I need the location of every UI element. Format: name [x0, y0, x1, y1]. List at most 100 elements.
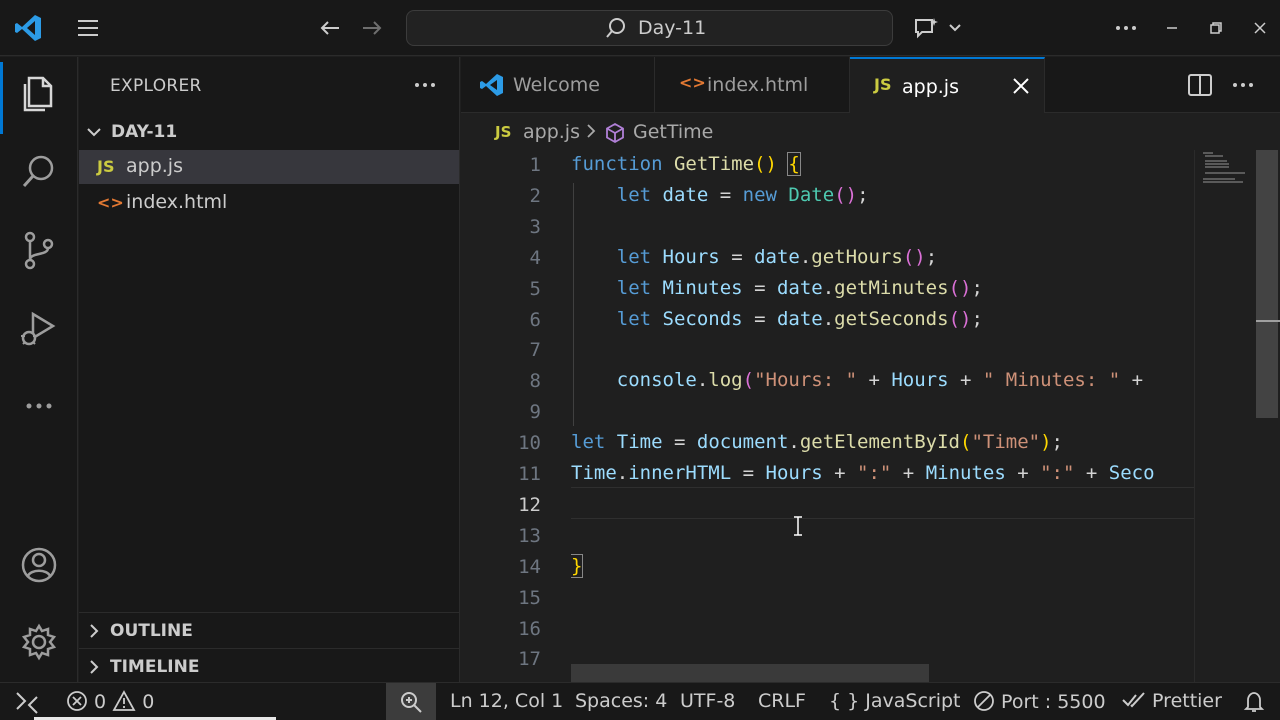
code-token: ;	[925, 245, 938, 268]
code-token: =	[731, 462, 766, 484]
folder-day-11[interactable]: DAY-11	[79, 117, 459, 147]
source-control-icon[interactable]	[17, 228, 61, 272]
code-token: .	[696, 369, 709, 392]
tab-label: index.html	[707, 74, 809, 96]
zoom-button[interactable]	[386, 683, 436, 720]
scrollbar-cursor-mark	[1256, 320, 1280, 322]
code-token: Time	[571, 462, 617, 484]
code-token: date	[776, 307, 823, 330]
code-token: (	[960, 431, 972, 454]
line-number-gutter: 1 2 3 4 5 6 7 8 9 10 11 12 13 14 15 16 17	[461, 150, 541, 682]
code-token: getMinutes	[834, 276, 949, 299]
menu-icon[interactable]	[74, 14, 102, 42]
explorer-more-icon[interactable]	[411, 73, 439, 97]
tab-welcome[interactable]: Welcome	[461, 57, 655, 113]
code-line: let Minutes = date.getMinutes();	[571, 273, 983, 304]
code-line: function GetTime() {	[571, 150, 801, 180]
code-token: date	[754, 245, 800, 268]
run-debug-icon[interactable]	[17, 306, 61, 350]
code-token: +	[857, 369, 892, 392]
timeline-section[interactable]: TIMELINE	[79, 648, 459, 682]
command-center-search[interactable]: Day-11	[406, 10, 893, 46]
code-line: let Time = document.getElementById("Time…	[571, 427, 1063, 458]
file-index-html[interactable]: <> index.html	[79, 186, 459, 220]
code-token: ;	[971, 276, 983, 299]
code-line: }	[571, 551, 584, 582]
code-line: console.log("Hours: " + Hours + " Minute…	[571, 365, 1155, 396]
horizontal-scrollbar[interactable]	[571, 664, 929, 682]
text-cursor-icon	[794, 516, 802, 536]
code-token: function	[571, 153, 663, 175]
problems-indicator[interactable]: 0 0	[66, 690, 154, 713]
minimize-icon[interactable]	[1158, 14, 1186, 42]
code-token: let	[616, 307, 652, 330]
code-token: Hours	[891, 369, 949, 392]
vertical-scrollbar[interactable]	[1256, 150, 1280, 682]
outline-section[interactable]: OUTLINE	[79, 612, 459, 646]
close-tab-icon[interactable]	[1010, 75, 1032, 97]
activity-bar	[0, 57, 78, 682]
indentation[interactable]: Spaces: 4	[575, 690, 667, 712]
code-token: Hours	[765, 462, 823, 484]
scrollbar-thumb[interactable]	[1256, 150, 1278, 418]
tab-index-html[interactable]: <> index.html	[655, 57, 850, 113]
outline-label: OUTLINE	[110, 621, 193, 641]
breadcrumb-symbol[interactable]: GetTime	[633, 121, 713, 143]
code-token: )	[1040, 431, 1052, 454]
code-token: "Time"	[971, 431, 1041, 454]
notifications-bell-icon[interactable]	[1242, 690, 1266, 714]
search-icon[interactable]	[17, 150, 61, 194]
breadcrumb: JS app.js GetTime	[461, 114, 1201, 150]
back-arrow-icon[interactable]	[316, 14, 344, 42]
code-token: +	[1005, 462, 1041, 484]
js-file-icon: JS	[97, 157, 115, 176]
port-label: Port : 5500	[1001, 691, 1106, 713]
more-icon[interactable]	[1112, 14, 1140, 42]
split-editor-icon[interactable]	[1186, 73, 1214, 97]
live-server-port[interactable]: Port : 5500	[973, 690, 1106, 713]
settings-icon[interactable]	[17, 620, 61, 664]
prettier-label: Prettier	[1152, 690, 1222, 712]
account-icon[interactable]	[17, 543, 61, 587]
tabs-more-icon[interactable]	[1229, 73, 1257, 97]
file-app-js[interactable]: JS app.js	[79, 150, 459, 184]
prettier-status[interactable]: Prettier	[1122, 690, 1222, 712]
line-number: 14	[518, 555, 541, 578]
warning-count: 0	[142, 691, 155, 713]
code-token: ()	[902, 245, 926, 268]
remote-icon[interactable]	[12, 689, 42, 715]
code-area[interactable]: function GetTime() { let date = new Date…	[571, 150, 1195, 682]
cursor-position[interactable]: Ln 12, Col 1	[450, 690, 563, 712]
folder-label: DAY-11	[111, 122, 178, 142]
editor-tabs: Welcome <> index.html JS app.js	[461, 57, 1280, 113]
line-number: 11	[518, 463, 541, 485]
code-token: Hours	[662, 245, 720, 268]
code-token: =	[662, 431, 697, 454]
tab-app-js[interactable]: JS app.js	[850, 57, 1045, 113]
line-ending[interactable]: CRLF	[758, 690, 806, 712]
line-number: 5	[529, 277, 541, 300]
active-indicator	[0, 62, 3, 134]
more-icon[interactable]	[17, 384, 61, 428]
js-file-icon: JS	[874, 75, 892, 94]
code-editor[interactable]: 1 2 3 4 5 6 7 8 9 10 11 12 13 14 15 16 17 function GetTi…	[461, 150, 1280, 682]
code-token: ":"	[1040, 462, 1075, 484]
minimap[interactable]	[1194, 150, 1256, 682]
forward-arrow-icon[interactable]	[358, 14, 386, 42]
code-line: let Seconds = date.getSeconds();	[571, 304, 983, 335]
line-number: 9	[529, 401, 541, 424]
code-token: innerHTML	[628, 462, 732, 484]
line-number: 1	[529, 154, 541, 176]
close-window-icon[interactable]	[1246, 14, 1274, 42]
explorer-icon[interactable]	[17, 72, 61, 116]
explorer-title: EXPLORER	[110, 76, 202, 96]
language-mode[interactable]: { } JavaScript	[829, 690, 961, 712]
encoding[interactable]: UTF-8	[680, 690, 735, 712]
breadcrumb-file[interactable]: app.js	[523, 121, 580, 143]
restore-icon[interactable]	[1202, 14, 1230, 42]
double-check-icon	[1122, 692, 1145, 708]
copilot-icon[interactable]	[912, 14, 964, 42]
